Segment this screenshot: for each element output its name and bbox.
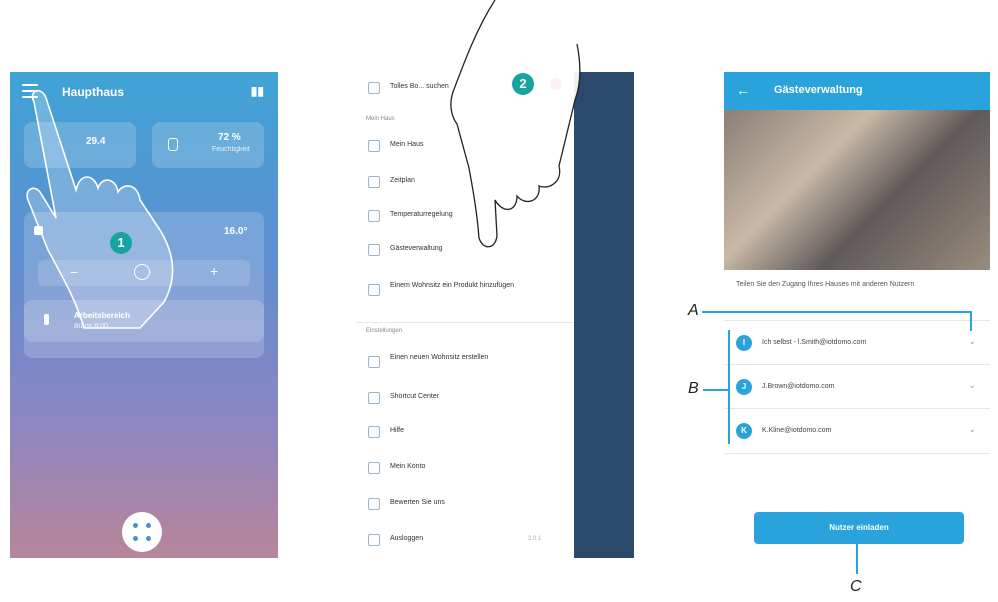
family-photo: [724, 110, 990, 270]
user-avatar: I: [736, 335, 752, 351]
step-2-badge: 2: [512, 73, 534, 95]
thermometer-icon: [368, 210, 380, 222]
thermostat-controls: − +: [38, 260, 250, 286]
chevron-down-icon[interactable]: ⌄: [968, 424, 976, 435]
grid-icon: [368, 392, 380, 404]
house-plus-icon: [368, 356, 380, 368]
callout-a: A: [688, 302, 699, 319]
phone-menu-screen: Tolles Bo... suchen Mein Haus Mein Haus …: [356, 72, 634, 558]
callout-b-bracket: [728, 330, 730, 444]
plus-button[interactable]: +: [210, 263, 218, 279]
menu-item-label: Mein Haus: [390, 141, 424, 148]
callout-b: B: [688, 380, 699, 397]
menu-item-label: Mein Konto: [390, 463, 426, 470]
humidity-card[interactable]: 72 % Feuchtigkeit: [152, 122, 264, 168]
checkbox-icon[interactable]: [34, 226, 43, 235]
signal-icon: ▮▮: [250, 84, 264, 98]
menu-item-guests[interactable]: Gästeverwaltung: [356, 236, 574, 264]
user-avatar: J: [736, 379, 752, 395]
callout-b-line: [703, 389, 729, 391]
humidity-value: 72 %: [218, 132, 241, 143]
section-label-home: Mein Haus: [366, 116, 395, 122]
menu-item-label: Zeitplan: [390, 177, 415, 184]
invite-user-button[interactable]: Nutzer einladen: [754, 512, 964, 544]
menu-item-home[interactable]: Mein Haus: [356, 132, 574, 160]
notification-badge[interactable]: [550, 78, 562, 90]
plus-icon: [368, 284, 380, 296]
search-row[interactable]: Tolles Bo... suchen: [356, 74, 574, 102]
home-header: Haupthaus ▮▮: [10, 72, 278, 112]
bell-icon: [44, 314, 49, 325]
user-email: K.Kline@iotdomo.com: [762, 427, 832, 434]
menu-item-label: Hilfe: [390, 427, 405, 434]
temperature-value: 29.4: [86, 136, 106, 147]
logout-icon: [368, 534, 380, 546]
menu-item-rate[interactable]: Bewerten Sie uns: [356, 490, 574, 518]
section-label-settings: Einstellungen: [366, 328, 403, 334]
user-row[interactable]: K K.Kline@iotdomo.com ⌄: [724, 408, 990, 454]
user-row[interactable]: I Ich selbst - l.Smith@iotdomo.com ⌄: [724, 320, 990, 365]
menu-item-shortcut[interactable]: Shortcut Center: [356, 384, 574, 412]
phone-home-screen: Haupthaus ▮▮ 29.4 72 % Feuchtigkeit 16.0…: [10, 72, 278, 558]
scene-title: Arbeitsbereich: [74, 311, 131, 320]
phone-guest-screen: ← Gästeverwaltung Teilen Sie den Zugang …: [724, 72, 990, 558]
thermostat-value: 16.0°: [224, 226, 248, 237]
divider: [356, 322, 574, 323]
menu-item-new-home[interactable]: Einen neuen Wohnsitz erstellen: [356, 348, 574, 376]
user-row[interactable]: J J.Brown@iotdomo.com ⌄: [724, 364, 990, 409]
menu-item-label: Bewerten Sie uns: [390, 499, 445, 506]
menu-item-label: Gästeverwaltung: [390, 245, 443, 252]
temperature-card[interactable]: 29.4: [24, 122, 136, 168]
user-email: J.Brown@iotdomo.com: [762, 383, 835, 390]
menu-item-label: Ausloggen: [390, 535, 424, 542]
help-icon: [368, 426, 380, 438]
callout-c: C: [850, 578, 862, 595]
guest-title: Gästeverwaltung: [774, 84, 863, 96]
search-placeholder: Tolles Bo... suchen: [390, 83, 449, 90]
menu-item-label: Einem Wohnsitz ein Produkt hinzufügen: [390, 282, 514, 289]
home-icon: [168, 138, 178, 151]
callout-a-tick: [970, 311, 972, 331]
menu-icon[interactable]: [22, 84, 38, 98]
guest-description: Teilen Sie den Zugang Ihres Hauses mit a…: [736, 281, 915, 288]
step-1-badge: 1: [110, 232, 132, 254]
users-icon: [368, 244, 380, 256]
user-avatar: K: [736, 423, 752, 439]
menu-item-help[interactable]: Hilfe: [356, 418, 574, 446]
search-icon: [368, 82, 380, 94]
menu-item-label: Temperaturregelung: [390, 211, 453, 218]
side-drawer: Tolles Bo... suchen Mein Haus Mein Haus …: [356, 72, 574, 558]
account-icon: [368, 462, 380, 474]
scene-card[interactable]: Arbeitsbereich Büros 8:00: [24, 300, 264, 342]
home-icon: [368, 140, 380, 152]
scene-sub: Büros 8:00: [74, 323, 108, 330]
callout-a-line: [702, 311, 972, 313]
menu-item-temperature[interactable]: Temperaturregelung: [356, 202, 574, 230]
star-icon: [368, 498, 380, 510]
menu-item-account[interactable]: Mein Konto: [356, 454, 574, 482]
apps-button[interactable]: [122, 512, 162, 552]
chevron-down-icon[interactable]: ⌄: [968, 380, 976, 391]
menu-item-add-product[interactable]: Einem Wohnsitz ein Produkt hinzufügen: [356, 276, 574, 304]
menu-item-label: Shortcut Center: [390, 393, 440, 400]
user-email: Ich selbst - l.Smith@iotdomo.com: [762, 339, 867, 346]
chevron-down-icon[interactable]: ⌄: [968, 336, 976, 347]
back-arrow-icon[interactable]: ←: [736, 82, 750, 98]
minus-button[interactable]: −: [70, 264, 78, 280]
menu-item-schedule[interactable]: Zeitplan: [356, 168, 574, 196]
clock-icon: [368, 176, 380, 188]
guest-header: ← Gästeverwaltung: [724, 72, 990, 110]
callout-c-line: [856, 544, 858, 574]
home-title: Haupthaus: [62, 85, 125, 99]
humidity-label: Feuchtigkeit: [212, 146, 250, 153]
mode-icon[interactable]: [134, 264, 150, 280]
app-version: 2.0.1: [528, 536, 542, 542]
menu-item-label: Einen neuen Wohnsitz erstellen: [390, 354, 489, 361]
